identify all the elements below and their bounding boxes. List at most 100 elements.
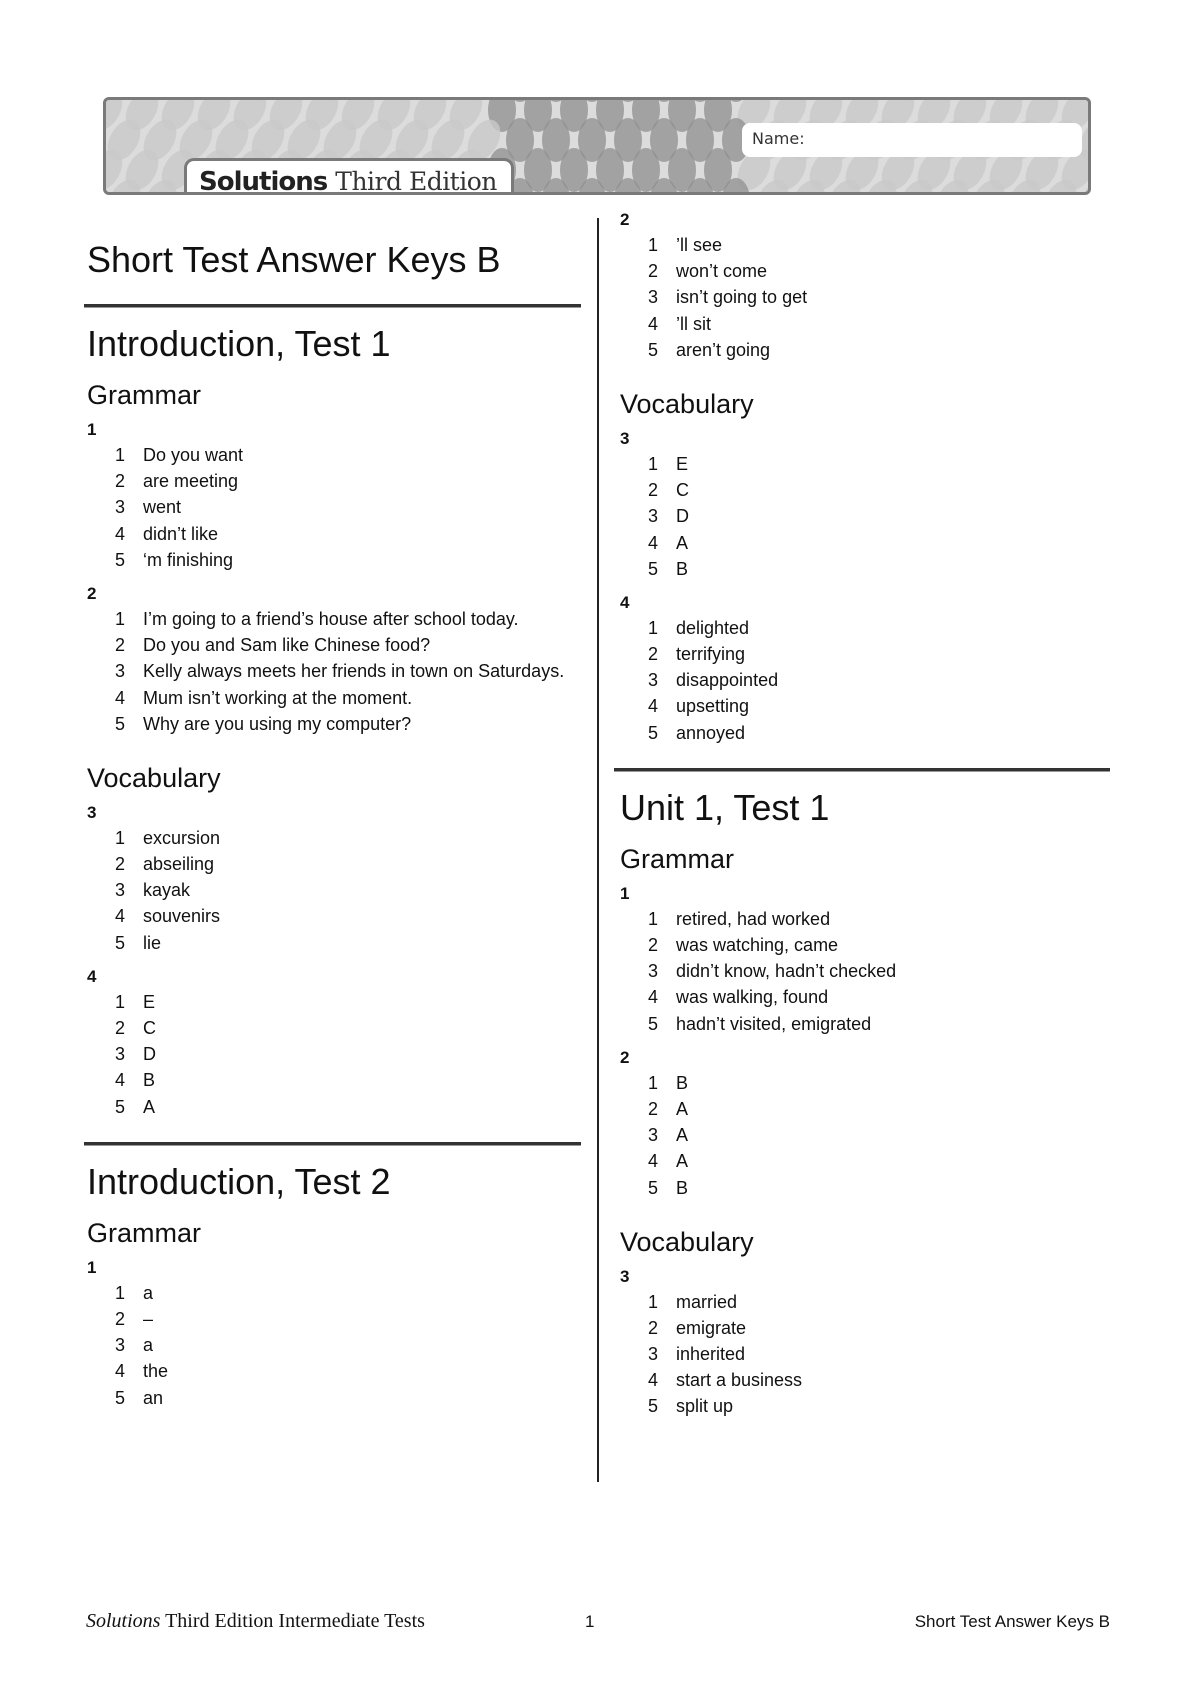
footer-book-title: Solutions Third Edition Intermediate Tes… [86, 1610, 425, 1633]
answer-item: 5 lie [84, 930, 586, 956]
item-number: 1 [115, 991, 126, 1012]
item-answer: B [676, 1177, 689, 1198]
test-block: Introduction, Test 2 Grammar 1 1 a 2–3 a 4 the 5 a… [84, 1141, 586, 1411]
item-answer: A [676, 1151, 689, 1172]
item-number: 5 [648, 339, 659, 360]
item-answer: split up [676, 1396, 734, 1417]
item-answer: A [676, 1125, 689, 1146]
item-answer: married [676, 1291, 738, 1312]
item-answer: B [676, 1072, 689, 1093]
item-number: 2 [648, 1098, 659, 1119]
page-number: 1 [585, 1612, 595, 1631]
answer-item: 5 annoyed [617, 720, 1117, 746]
item-answer: a [143, 1335, 154, 1356]
item-answer: emigrate [676, 1317, 747, 1338]
document-title: Short Test Answer Keys B [87, 239, 501, 280]
item-number: 3 [115, 1044, 126, 1065]
answer-item: 2C [617, 477, 1117, 503]
item-answer: the [143, 1361, 169, 1382]
item-answer: retired, had worked [676, 908, 831, 929]
item-number: 2 [648, 644, 659, 665]
item-answer: Do you want [143, 445, 244, 465]
exercise-number: 2 [87, 583, 97, 603]
item-number: 2 [115, 635, 126, 656]
answer-list: 1 a 2–3 a 4 the 5 an [84, 1280, 586, 1411]
item-answer: E [143, 991, 156, 1012]
answer-item: 5 ‘m finishing [84, 547, 586, 573]
item-number: 4 [648, 987, 659, 1008]
item-answer: start a business [676, 1370, 803, 1391]
item-number: 1 [648, 1072, 659, 1093]
answer-list: 1 ’ll see 2 won’t come 3 isn’t going to get 4 ’… [617, 232, 1117, 363]
item-number: 2 [648, 1317, 659, 1338]
section-heading: Vocabulary [620, 388, 754, 419]
item-answer: D [676, 506, 689, 527]
answer-list: 1 excursion 2 abseiling 3 kayak 4 souvenirs 5 lie [84, 825, 586, 956]
footer-book-italic: Solutions [86, 1610, 161, 1632]
item-number: 3 [648, 670, 659, 691]
answer-item: 2 abseiling [84, 851, 586, 877]
item-answer: disappointed [676, 670, 779, 691]
answer-item: 2 Do you and Sam like Chinese food? [84, 632, 586, 658]
item-answer: C [676, 480, 689, 501]
brand-logo: Solutions Third Edition [184, 158, 514, 192]
test-heading: Introduction, Test 1 [87, 323, 391, 364]
answer-item: 4 ’ll sit [617, 311, 1117, 337]
answer-item: 4 souvenirs [84, 903, 586, 929]
item-number: 5 [115, 1387, 126, 1408]
item-number: 5 [115, 932, 126, 953]
item-number: 3 [648, 1344, 659, 1365]
item-number: 2 [115, 854, 126, 875]
section-heading: Grammar [620, 843, 734, 874]
item-answer: E [676, 453, 689, 474]
item-number: 4 [648, 532, 659, 553]
exercise-number: 3 [620, 428, 630, 448]
answer-item: 3 isn’t going to get [617, 284, 1117, 310]
item-answer: excursion [143, 827, 221, 848]
exercise-number: 2 [620, 210, 630, 229]
item-number: 4 [648, 696, 659, 717]
answer-item: 1 retired, had worked [617, 906, 1117, 932]
item-answer: ’ll sit [676, 313, 711, 334]
item-number: 3 [648, 961, 659, 982]
item-number: 5 [648, 558, 659, 579]
item-answer: C [143, 1018, 156, 1038]
item-answer: went [143, 497, 182, 518]
answer-item: 1E [84, 989, 586, 1015]
item-answer: hadn’t visited, emigrated [676, 1013, 872, 1034]
item-number: 4 [648, 1370, 659, 1391]
item-number: 4 [115, 1070, 126, 1091]
item-answer: Mum isn’t working at the moment. [143, 687, 413, 708]
answer-item: 4 Mum isn’t working at the moment. [84, 685, 586, 711]
answer-item: 1 I’m going to a friend’s house after sch… [84, 606, 586, 632]
answer-item: 5 split up [617, 1393, 1117, 1419]
item-number: 1 [115, 445, 126, 465]
answer-item: 2 terrifying [617, 641, 1117, 667]
section-heading: Vocabulary [620, 1226, 754, 1257]
answer-item: 1 married [617, 1289, 1117, 1315]
answer-list: 1 married 2 emigrate 3 inherited 4 start a busi… [617, 1289, 1117, 1420]
name-field[interactable]: Name: [742, 123, 1082, 157]
item-answer: A [676, 1098, 689, 1119]
answer-item: 4B [84, 1067, 586, 1093]
answer-item: 3 didn’t know, hadn’t checked [617, 958, 1117, 984]
item-answer: Do you and Sam like Chinese food? [143, 635, 431, 656]
exercise-number: 2 [620, 1047, 630, 1067]
answer-item: 3 inherited [617, 1341, 1117, 1367]
item-number: 3 [648, 287, 659, 308]
exercise-number: 3 [620, 1266, 630, 1286]
section-divider [84, 1141, 581, 1146]
answer-list: 1E2C3D4A5B [617, 451, 1117, 582]
item-number: 1 [115, 608, 126, 629]
answer-item: 1a [84, 1280, 586, 1306]
answer-item: 1E [617, 451, 1117, 477]
item-answer: an [143, 1387, 164, 1408]
item-number: 3 [648, 506, 659, 527]
item-answer: abseiling [143, 854, 215, 875]
item-answer: didn’t like [143, 523, 219, 544]
exercise-number: 1 [87, 1257, 97, 1277]
answer-list: 1B2A3A4A5B [617, 1070, 1117, 1201]
item-number: 5 [648, 722, 659, 743]
answer-item: 2A [617, 1096, 1117, 1122]
item-answer: lie [143, 932, 162, 953]
